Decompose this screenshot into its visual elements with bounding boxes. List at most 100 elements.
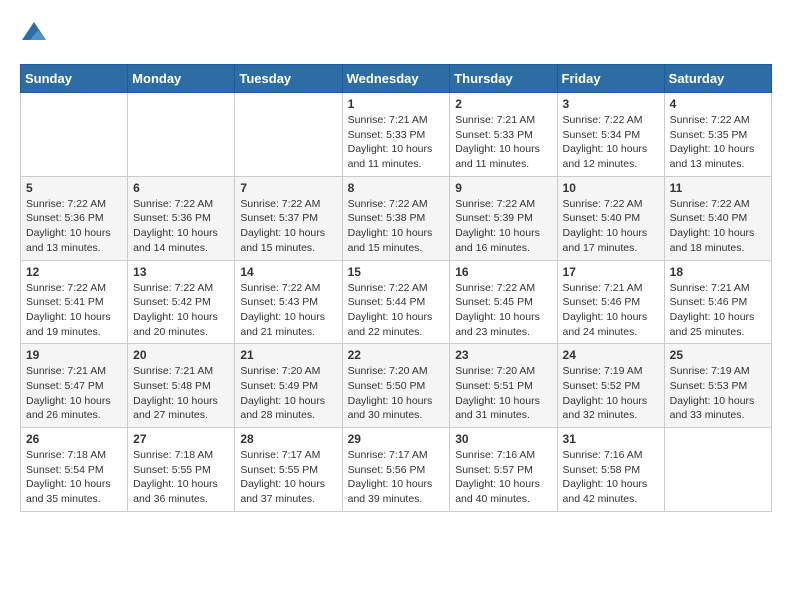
day-number: 14	[240, 265, 336, 279]
calendar-cell: 10 Sunrise: 7:22 AM Sunset: 5:40 PM Dayli…	[557, 176, 664, 260]
day-number: 24	[563, 348, 659, 362]
calendar-cell: 4 Sunrise: 7:22 AM Sunset: 5:35 PM Daylig…	[664, 93, 771, 177]
day-content: Sunrise: 7:18 AM Sunset: 5:55 PM Dayligh…	[133, 448, 229, 507]
day-content: Sunrise: 7:16 AM Sunset: 5:57 PM Dayligh…	[455, 448, 551, 507]
calendar-cell: 24 Sunrise: 7:19 AM Sunset: 5:52 PM Dayli…	[557, 344, 664, 428]
day-content: Sunrise: 7:20 AM Sunset: 5:49 PM Dayligh…	[240, 364, 336, 423]
week-row-1: 1 Sunrise: 7:21 AM Sunset: 5:33 PM Daylig…	[21, 93, 772, 177]
calendar-cell: 5 Sunrise: 7:22 AM Sunset: 5:36 PM Daylig…	[21, 176, 128, 260]
day-content: Sunrise: 7:22 AM Sunset: 5:42 PM Dayligh…	[133, 281, 229, 340]
weekday-header-row: SundayMondayTuesdayWednesdayThursdayFrid…	[21, 65, 772, 93]
day-number: 23	[455, 348, 551, 362]
day-number: 2	[455, 97, 551, 111]
day-number: 30	[455, 432, 551, 446]
week-row-3: 12 Sunrise: 7:22 AM Sunset: 5:41 PM Dayli…	[21, 260, 772, 344]
day-content: Sunrise: 7:22 AM Sunset: 5:37 PM Dayligh…	[240, 197, 336, 256]
calendar-cell: 8 Sunrise: 7:22 AM Sunset: 5:38 PM Daylig…	[342, 176, 450, 260]
day-content: Sunrise: 7:16 AM Sunset: 5:58 PM Dayligh…	[563, 448, 659, 507]
calendar-cell: 19 Sunrise: 7:21 AM Sunset: 5:47 PM Dayli…	[21, 344, 128, 428]
day-number: 6	[133, 181, 229, 195]
day-number: 29	[348, 432, 445, 446]
day-number: 19	[26, 348, 122, 362]
calendar-cell: 23 Sunrise: 7:20 AM Sunset: 5:51 PM Dayli…	[450, 344, 557, 428]
week-row-2: 5 Sunrise: 7:22 AM Sunset: 5:36 PM Daylig…	[21, 176, 772, 260]
calendar-cell: 3 Sunrise: 7:22 AM Sunset: 5:34 PM Daylig…	[557, 93, 664, 177]
day-number: 9	[455, 181, 551, 195]
day-number: 20	[133, 348, 229, 362]
weekday-header-monday: Monday	[128, 65, 235, 93]
day-content: Sunrise: 7:20 AM Sunset: 5:51 PM Dayligh…	[455, 364, 551, 423]
day-content: Sunrise: 7:19 AM Sunset: 5:53 PM Dayligh…	[670, 364, 766, 423]
calendar-cell: 15 Sunrise: 7:22 AM Sunset: 5:44 PM Dayli…	[342, 260, 450, 344]
calendar-cell: 20 Sunrise: 7:21 AM Sunset: 5:48 PM Dayli…	[128, 344, 235, 428]
day-number: 27	[133, 432, 229, 446]
day-content: Sunrise: 7:22 AM Sunset: 5:43 PM Dayligh…	[240, 281, 336, 340]
day-content: Sunrise: 7:21 AM Sunset: 5:47 PM Dayligh…	[26, 364, 122, 423]
day-content: Sunrise: 7:22 AM Sunset: 5:41 PM Dayligh…	[26, 281, 122, 340]
day-number: 1	[348, 97, 445, 111]
day-content: Sunrise: 7:21 AM Sunset: 5:46 PM Dayligh…	[670, 281, 766, 340]
calendar-cell: 6 Sunrise: 7:22 AM Sunset: 5:36 PM Daylig…	[128, 176, 235, 260]
week-row-4: 19 Sunrise: 7:21 AM Sunset: 5:47 PM Dayli…	[21, 344, 772, 428]
day-number: 5	[26, 181, 122, 195]
calendar-cell: 2 Sunrise: 7:21 AM Sunset: 5:33 PM Daylig…	[450, 93, 557, 177]
day-number: 26	[26, 432, 122, 446]
calendar-cell: 13Sunrise: 7:22 AM Sunset: 5:42 PM Dayli…	[128, 260, 235, 344]
day-number: 8	[348, 181, 445, 195]
week-row-5: 26 Sunrise: 7:18 AM Sunset: 5:54 PM Dayli…	[21, 428, 772, 512]
calendar-cell: 7 Sunrise: 7:22 AM Sunset: 5:37 PM Daylig…	[235, 176, 342, 260]
logo	[20, 20, 50, 48]
day-number: 11	[670, 181, 766, 195]
calendar-cell: 29 Sunrise: 7:17 AM Sunset: 5:56 PM Dayli…	[342, 428, 450, 512]
day-content: Sunrise: 7:19 AM Sunset: 5:52 PM Dayligh…	[563, 364, 659, 423]
calendar-cell: 11Sunrise: 7:22 AM Sunset: 5:40 PM Dayli…	[664, 176, 771, 260]
day-number: 4	[670, 97, 766, 111]
weekday-header-tuesday: Tuesday	[235, 65, 342, 93]
calendar-cell: 16Sunrise: 7:22 AM Sunset: 5:45 PM Dayli…	[450, 260, 557, 344]
day-content: Sunrise: 7:17 AM Sunset: 5:55 PM Dayligh…	[240, 448, 336, 507]
calendar-cell: 17Sunrise: 7:21 AM Sunset: 5:46 PM Dayli…	[557, 260, 664, 344]
calendar-cell: 31 Sunrise: 7:16 AM Sunset: 5:58 PM Dayli…	[557, 428, 664, 512]
day-content: Sunrise: 7:22 AM Sunset: 5:39 PM Dayligh…	[455, 197, 551, 256]
day-content: Sunrise: 7:21 AM Sunset: 5:48 PM Dayligh…	[133, 364, 229, 423]
day-number: 7	[240, 181, 336, 195]
calendar-cell: 18 Sunrise: 7:21 AM Sunset: 5:46 PM Dayli…	[664, 260, 771, 344]
weekday-header-thursday: Thursday	[450, 65, 557, 93]
day-content: Sunrise: 7:21 AM Sunset: 5:33 PM Dayligh…	[348, 113, 445, 172]
day-number: 10	[563, 181, 659, 195]
calendar-cell: 21 Sunrise: 7:20 AM Sunset: 5:49 PM Dayli…	[235, 344, 342, 428]
day-content: Sunrise: 7:22 AM Sunset: 5:36 PM Dayligh…	[133, 197, 229, 256]
day-content: Sunrise: 7:20 AM Sunset: 5:50 PM Dayligh…	[348, 364, 445, 423]
day-number: 25	[670, 348, 766, 362]
day-number: 28	[240, 432, 336, 446]
day-number: 3	[563, 97, 659, 111]
calendar-cell: 27 Sunrise: 7:18 AM Sunset: 5:55 PM Dayli…	[128, 428, 235, 512]
logo-icon	[20, 20, 48, 48]
weekday-header-sunday: Sunday	[21, 65, 128, 93]
calendar-cell	[21, 93, 128, 177]
calendar-cell	[664, 428, 771, 512]
day-content: Sunrise: 7:22 AM Sunset: 5:44 PM Dayligh…	[348, 281, 445, 340]
day-number: 21	[240, 348, 336, 362]
calendar-cell: 25 Sunrise: 7:19 AM Sunset: 5:53 PM Dayli…	[664, 344, 771, 428]
page-header	[20, 20, 772, 48]
day-content: Sunrise: 7:22 AM Sunset: 5:34 PM Dayligh…	[563, 113, 659, 172]
day-content: Sunrise: 7:22 AM Sunset: 5:36 PM Dayligh…	[26, 197, 122, 256]
day-content: Sunrise: 7:22 AM Sunset: 5:38 PM Dayligh…	[348, 197, 445, 256]
day-number: 18	[670, 265, 766, 279]
calendar-table: SundayMondayTuesdayWednesdayThursdayFrid…	[20, 64, 772, 512]
day-number: 15	[348, 265, 445, 279]
day-number: 22	[348, 348, 445, 362]
calendar-cell: 14 Sunrise: 7:22 AM Sunset: 5:43 PM Dayli…	[235, 260, 342, 344]
day-number: 12	[26, 265, 122, 279]
day-content: Sunrise: 7:17 AM Sunset: 5:56 PM Dayligh…	[348, 448, 445, 507]
calendar-cell: 28 Sunrise: 7:17 AM Sunset: 5:55 PM Dayli…	[235, 428, 342, 512]
day-content: Sunrise: 7:22 AM Sunset: 5:35 PM Dayligh…	[670, 113, 766, 172]
calendar-cell: 9 Sunrise: 7:22 AM Sunset: 5:39 PM Daylig…	[450, 176, 557, 260]
weekday-header-wednesday: Wednesday	[342, 65, 450, 93]
day-number: 31	[563, 432, 659, 446]
day-content: Sunrise: 7:22 AM Sunset: 5:40 PM Dayligh…	[563, 197, 659, 256]
day-content: Sunrise: 7:21 AM Sunset: 5:33 PM Dayligh…	[455, 113, 551, 172]
weekday-header-saturday: Saturday	[664, 65, 771, 93]
day-content: Sunrise: 7:18 AM Sunset: 5:54 PM Dayligh…	[26, 448, 122, 507]
